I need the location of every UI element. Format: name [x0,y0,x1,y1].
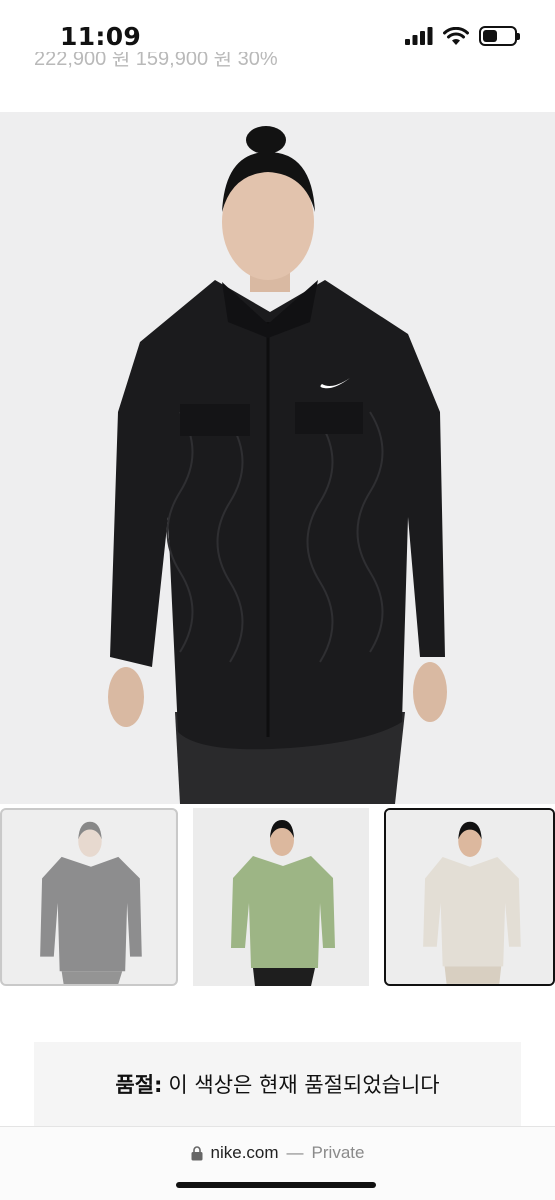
home-indicator[interactable] [176,1182,376,1188]
chest-pocket-left [180,404,250,436]
browser-address-bar[interactable]: nike.com — Private [0,1126,555,1200]
status-icons [405,26,520,46]
right-hand [413,662,447,722]
cellular-signal-icon [405,27,433,45]
price-text: 222,900 원 159,900 원 30% [34,52,278,70]
sold-out-message: 이 색상은 현재 품절되었습니다 [168,1073,440,1097]
address-display[interactable]: nike.com — Private [0,1143,555,1163]
wifi-icon [443,26,469,45]
chest-pocket-right [295,402,363,434]
address-domain: nike.com [210,1143,279,1162]
lock-icon [191,1145,203,1160]
private-mode-label: Private [311,1143,365,1162]
hair-bun [246,126,286,154]
status-time: 11:09 [60,22,142,51]
product-photo [108,126,447,804]
sold-out-notice: 품절: 이 색상은 현재 품절되었습니다 [34,1042,521,1126]
variant-thumbnail-light-bone[interactable] [384,808,555,986]
battery-level [483,30,497,42]
product-main-image[interactable] [0,112,555,804]
sold-out-label: 품절: [115,1073,163,1097]
price-row: 222,900 원 159,900 원 30% [34,52,394,72]
battery-icon [479,26,520,46]
variant-thumbnail-sage-green[interactable] [193,808,369,986]
jacket [110,280,445,750]
left-hand [108,667,144,727]
variant-thumbnail-black[interactable] [0,808,178,986]
address-separator: — [286,1143,304,1162]
